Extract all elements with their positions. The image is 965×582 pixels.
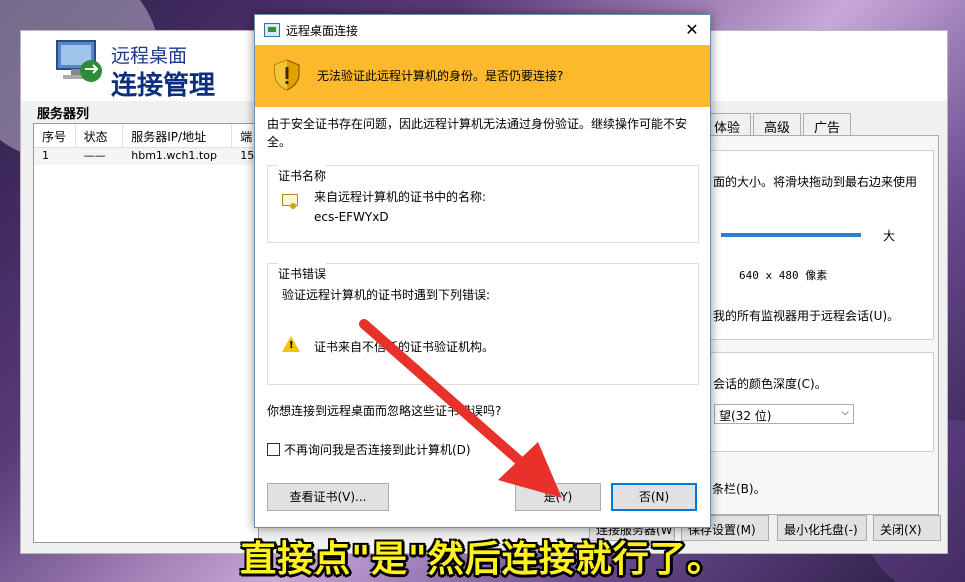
row-status: —— [83,149,106,162]
certificate-name-value: ecs-EFWYxD [314,210,389,224]
manager-title-line1: 远程桌面 [111,45,188,67]
server-list-header: 序号 状态 服务器IP/地址 端 [34,124,259,148]
dialog-title: 远程桌面连接 [286,24,359,38]
certificate-error-title: 证书错误 [278,263,327,282]
table-row[interactable]: 1 —— hbm1.wch1.top 15 [34,148,258,165]
display-size-slider[interactable] [721,233,861,237]
close-icon[interactable]: ✕ [680,19,704,41]
error-intro: 验证远程计算机的证书时遇到下列错误: [282,288,491,302]
server-list[interactable]: 序号 状态 服务器IP/地址 端 1 —— hbm1.wch1.top 15 [33,123,259,543]
chevron-down-icon: ⌵ [841,407,849,418]
certificate-name-group: 证书名称 来自远程计算机的证书中的名称: ecs-EFWYxD [267,165,699,243]
warning-band: 无法验证此远程计算机的身份。是否仍要连接? [255,45,710,107]
display-size-group: 面的大小。将滑块拖动到最右边来使用 大 640 x 480 像素 我的所有监视器… [710,150,934,340]
warning-message: 无法验证此远程计算机的身份。是否仍要连接? [317,69,564,83]
remote-desktop-icon [264,23,280,37]
column-header-status[interactable]: 状态 [76,124,124,147]
color-group: 会话的颜色深度(C)。 [710,352,934,452]
color-depth-label: 会话的颜色深度(C)。 [713,377,827,391]
row-server: hbm1.wch1.top [131,149,217,162]
certificate-name-label: 来自远程计算机的证书中的名称: [314,190,487,204]
remote-desktop-logo-icon [56,40,102,82]
close-button[interactable]: 关闭(X) [873,515,941,541]
resolution-label: 640 x 480 像素 [739,269,828,282]
column-header-server[interactable]: 服务器IP/地址 [123,124,233,147]
color-depth-select[interactable]: 望(32 位) ⌵ [714,404,854,424]
dialog-titlebar[interactable]: 远程桌面连接 ✕ [255,15,710,45]
server-list-label: 服务器列 [37,107,90,122]
manager-title-line2: 连接管理 [111,71,216,101]
intro-text: 由于安全证书存在问题，因此远程计算机无法通过身份验证。继续操作可能不安全。 [267,117,688,149]
tab-advanced[interactable]: 高级 [753,113,802,136]
column-header-index[interactable]: 序号 [34,124,76,147]
connection-bar-label[interactable]: 条栏(B)。 [712,480,766,497]
size-description: 面的大小。将滑块拖动到最右边来使用 [713,175,918,189]
minimize-tray-button[interactable]: 最小化托盘(-) [777,515,867,541]
tab-ads[interactable]: 广告 [803,113,852,136]
video-caption: 直接点"是"然后连接就行了。 [240,539,724,580]
certificate-name-title: 证书名称 [278,165,327,184]
warning-icon-mark: ! [289,340,294,351]
no-button[interactable]: 否(N) [611,483,697,511]
size-large-label: 大 [883,229,896,243]
monitors-label[interactable]: 我的所有监视器用于远程会话(U)。 [713,307,899,324]
certificate-icon [282,194,298,209]
settings-tabs: 体验 高级 广告 [703,113,853,136]
color-depth-value: 望(32 位) [719,409,772,423]
settings-panel: 面的大小。将滑块拖动到最右边来使用 大 640 x 480 像素 我的所有监视器… [703,135,939,515]
dont-ask-checkbox[interactable] [267,443,280,456]
row-index: 1 [42,149,49,162]
shield-warning-icon [274,59,300,91]
red-arrow-annotation [359,319,562,498]
